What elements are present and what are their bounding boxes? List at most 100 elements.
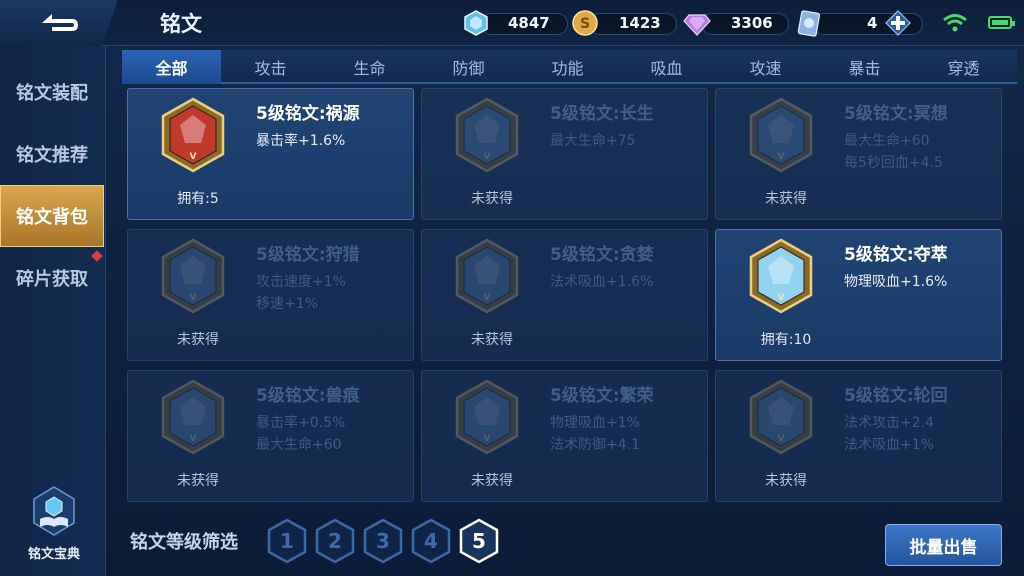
rune-attribute: 暴击率+0.5% (256, 415, 346, 431)
level-number: 1 (280, 529, 294, 553)
rune-name: 5级铭文:夺萃 (844, 245, 948, 265)
nav-rune-bag[interactable]: 铭文背包 (0, 185, 104, 247)
rune-card[interactable]: V 5级铭文:夺萃物理吸血+1.6% 拥有:10 (715, 229, 1002, 361)
tab-crit[interactable]: 暴击 (815, 50, 914, 84)
back-arrow-icon (42, 14, 78, 31)
svg-text:S: S (580, 16, 590, 32)
rune-card[interactable]: V 5级铭文:兽痕暴击率+0.5% 最大生命+60 未获得 (127, 370, 414, 502)
rune-attribute: 物理吸血+1.6% (844, 274, 948, 290)
rune-attribute: 暴击率+1.6% (256, 133, 346, 149)
tab-all[interactable]: 全部 (122, 50, 221, 84)
add-ticket-icon[interactable] (885, 10, 912, 36)
nav-rune-assembly[interactable]: 铭文装配 (0, 61, 104, 123)
not-obtained-label: 未获得 (177, 332, 219, 348)
not-obtained-label: 未获得 (765, 473, 807, 489)
tab-attack-speed[interactable]: 攻速 (716, 50, 815, 84)
rune-emblem-icon: V (749, 238, 813, 314)
rune-card[interactable]: V 5级铭文:祸源暴击率+1.6% 拥有:5 (127, 88, 414, 220)
back-button[interactable] (0, 0, 118, 46)
rune-name: 5级铭文:轮回 (844, 386, 948, 406)
rune-card[interactable]: V 5级铭文:繁荣物理吸血+1% 法术防御+4.1 未获得 (421, 370, 708, 502)
owned-count: 拥有:10 (760, 332, 812, 348)
codex-book-icon (33, 486, 75, 536)
rune-name: 5级铭文:兽痕 (256, 386, 360, 406)
purple-gem-icon (683, 14, 711, 36)
rune-attribute: 最大生命+60 (844, 133, 930, 149)
rune-attribute: 最大生命+60 (256, 437, 342, 453)
codex-label: 铭文宝典 (27, 547, 80, 562)
not-obtained-label: 未获得 (471, 332, 513, 348)
level-number: 4 (424, 529, 438, 553)
rune-card[interactable]: V 5级铭文:轮回法术攻击+2.4 法术吸血+1% 未获得 (715, 370, 1002, 502)
level-filter-2[interactable]: 2 (314, 518, 356, 564)
owned-count: 拥有:5 (177, 191, 219, 207)
rune-attribute: 物理吸血+1% (550, 415, 640, 431)
rune-attribute: 最大生命+75 (550, 133, 636, 149)
rune-emblem-icon: V (161, 238, 225, 314)
svg-text:V: V (484, 434, 491, 444)
gold-coin-icon: S (572, 10, 598, 36)
not-obtained-label: 未获得 (471, 191, 513, 207)
svg-text:V: V (190, 434, 197, 444)
rune-attribute: 法术攻击+2.4 (844, 415, 934, 431)
tab-lifesteal[interactable]: 吸血 (617, 50, 716, 84)
rune-attribute: 法术吸血+1% (844, 437, 934, 453)
svg-text:V: V (190, 152, 197, 162)
rune-name: 5级铭文:贪婪 (550, 245, 654, 265)
gem-resource: 3306 (683, 8, 789, 38)
not-obtained-label: 未获得 (177, 473, 219, 489)
nav-rune-recommend[interactable]: 铭文推荐 (0, 123, 104, 185)
rune-card[interactable]: V 5级铭文:冥想 最大生命+60 每5秒回血+4.5 未获得 (715, 88, 1002, 220)
rune-attribute: 攻击速度+1% (256, 274, 346, 290)
ticket-resource: 4 (795, 8, 923, 38)
rune-attribute: 法术防御+4.1 (550, 437, 640, 453)
tab-utility[interactable]: 功能 (518, 50, 617, 84)
wifi-icon (943, 14, 967, 32)
rune-attribute: 法术吸血+1.6% (550, 274, 654, 290)
rune-card[interactable]: V 5级铭文:长生最大生命+75 未获得 (421, 88, 708, 220)
level-filter-3[interactable]: 3 (362, 518, 404, 564)
svg-text:V: V (778, 293, 785, 303)
level-filter-1[interactable]: 1 (266, 518, 308, 564)
tab-attack[interactable]: 攻击 (221, 50, 320, 84)
svg-text:V: V (484, 293, 491, 303)
rune-attribute: 每5秒回血+4.5 (844, 155, 943, 171)
rune-name: 5级铭文:祸源 (256, 104, 360, 124)
svg-text:V: V (484, 152, 491, 162)
rune-name: 5级铭文:长生 (550, 104, 654, 124)
svg-text:V: V (190, 293, 197, 303)
svg-text:V: V (778, 434, 785, 444)
level-filter-5[interactable]: 5 (458, 518, 500, 564)
top-bar: 铭文 4847 S 1423 3306 4 (0, 0, 1024, 46)
rune-emblem-icon: V (749, 97, 813, 173)
tab-health[interactable]: 生命 (320, 50, 419, 84)
rune-name: 5级铭文:冥想 (844, 104, 948, 124)
svg-text:V: V (778, 152, 785, 162)
rune-codex-button[interactable]: 铭文宝典 (18, 485, 90, 565)
rune-emblem-icon: V (161, 379, 225, 455)
rune-card[interactable]: V 5级铭文:贪婪法术吸血+1.6% 未获得 (421, 229, 708, 361)
not-obtained-label: 未获得 (471, 473, 513, 489)
page-title: 铭文 (160, 12, 202, 36)
rune-emblem-icon: V (749, 379, 813, 455)
bulk-sell-button[interactable]: 批量出售 (885, 524, 1002, 566)
level-number: 2 (328, 529, 342, 553)
gold-resource: S 1423 (571, 8, 677, 38)
rune-attribute: 移速+1% (256, 296, 318, 312)
rune-name: 5级铭文:狩猎 (256, 245, 360, 265)
level-number: 3 (376, 529, 390, 553)
tab-defense[interactable]: 防御 (419, 50, 518, 84)
rune-card[interactable]: V 5级铭文:狩猎攻击速度+1% 移速+1% 未获得 (127, 229, 414, 361)
rune-ticket-icon (797, 10, 821, 37)
category-tabs: 全部 攻击 生命 防御 功能 吸血 攻速 暴击 穿透 (122, 50, 1017, 84)
tab-penetration[interactable]: 穿透 (914, 50, 1013, 84)
battery-icon (988, 16, 1015, 29)
rune-emblem-icon: V (455, 97, 519, 173)
rune-emblem-icon: V (455, 238, 519, 314)
level-filter-4[interactable]: 4 (410, 518, 452, 564)
nav-fragment-obtain[interactable]: 碎片获取 (0, 247, 104, 309)
rune-emblem-icon: V (455, 379, 519, 455)
diamond-resource: 4847 (462, 8, 568, 38)
rune-emblem-icon: V (161, 97, 225, 173)
rune-name: 5级铭文:繁荣 (550, 386, 654, 406)
